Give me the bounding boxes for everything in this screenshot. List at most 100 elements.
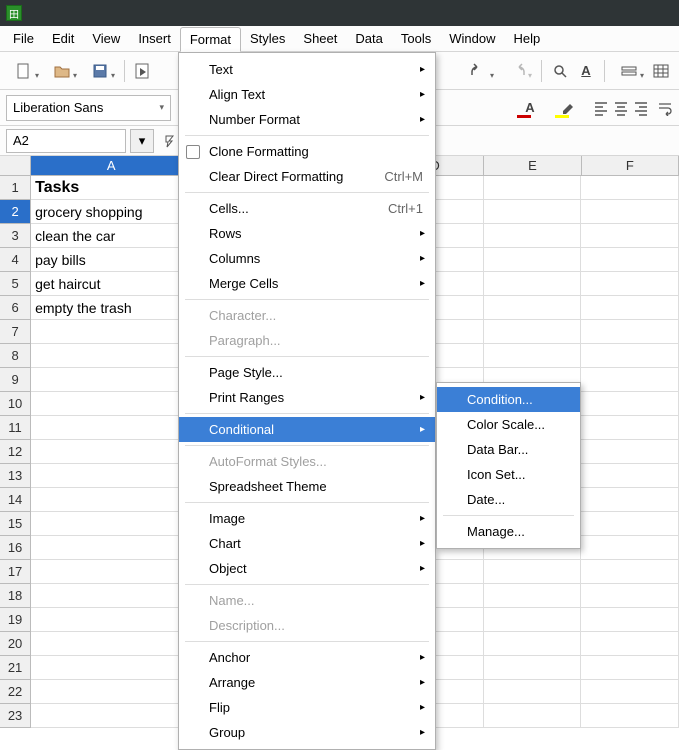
row-header-13[interactable]: 13 <box>0 464 31 488</box>
menu-file[interactable]: File <box>4 26 43 51</box>
cell-E8[interactable] <box>484 344 581 368</box>
cell-F2[interactable] <box>581 200 678 224</box>
cell-F22[interactable] <box>581 680 678 704</box>
cell-F13[interactable] <box>581 464 678 488</box>
cell-F14[interactable] <box>581 488 678 512</box>
format-menu-item-object[interactable]: Object▸ <box>179 556 435 581</box>
cell-E4[interactable] <box>484 248 581 272</box>
cell-A2[interactable]: grocery shopping <box>31 200 191 224</box>
name-box[interactable]: A2 <box>6 129 126 153</box>
cell-F12[interactable] <box>581 440 678 464</box>
row-header-4[interactable]: 4 <box>0 248 31 272</box>
row-header-16[interactable]: 16 <box>0 536 31 560</box>
format-menu-item-merge-cells[interactable]: Merge Cells▸ <box>179 271 435 296</box>
row-header-1[interactable]: 1 <box>0 176 31 200</box>
menu-format[interactable]: Format <box>180 27 241 52</box>
menu-window[interactable]: Window <box>440 26 504 51</box>
cell-A18[interactable] <box>31 584 191 608</box>
cell-A4[interactable]: pay bills <box>31 248 191 272</box>
format-menu-item-chart[interactable]: Chart▸ <box>179 531 435 556</box>
format-menu-item-cells[interactable]: Cells...Ctrl+1 <box>179 196 435 221</box>
format-menu-item-columns[interactable]: Columns▸ <box>179 246 435 271</box>
cell-E20[interactable] <box>484 632 581 656</box>
font-name-combo[interactable]: Liberation Sans <box>6 95 171 121</box>
row-header-22[interactable]: 22 <box>0 680 31 704</box>
cell-F11[interactable] <box>581 416 678 440</box>
menu-sheet[interactable]: Sheet <box>294 26 346 51</box>
cell-F10[interactable] <box>581 392 678 416</box>
cell-A23[interactable] <box>31 704 191 728</box>
conditional-menu-item-color-scale[interactable]: Color Scale... <box>437 412 580 437</box>
cell-F5[interactable] <box>581 272 678 296</box>
col-header-F[interactable]: F <box>582 156 679 176</box>
cell-E3[interactable] <box>484 224 581 248</box>
open-button[interactable] <box>44 57 80 85</box>
export-pdf-button[interactable] <box>131 57 155 85</box>
row-header-21[interactable]: 21 <box>0 656 31 680</box>
menu-edit[interactable]: Edit <box>43 26 83 51</box>
row-header-3[interactable]: 3 <box>0 224 31 248</box>
format-menu-item-flip[interactable]: Flip▸ <box>179 695 435 720</box>
cell-A16[interactable] <box>31 536 191 560</box>
cell-E2[interactable] <box>484 200 581 224</box>
menu-styles[interactable]: Styles <box>241 26 294 51</box>
cell-E19[interactable] <box>484 608 581 632</box>
new-button[interactable] <box>6 57 42 85</box>
cell-A17[interactable] <box>31 560 191 584</box>
format-menu-item-image[interactable]: Image▸ <box>179 506 435 531</box>
cell-A12[interactable] <box>31 440 191 464</box>
cell-A3[interactable]: clean the car <box>31 224 191 248</box>
col-header-E[interactable]: E <box>484 156 581 176</box>
row-button[interactable] <box>611 57 647 85</box>
cell-F15[interactable] <box>581 512 678 536</box>
cell-E6[interactable] <box>484 296 581 320</box>
align-right-button[interactable] <box>633 100 649 116</box>
cell-A7[interactable] <box>31 320 191 344</box>
row-header-9[interactable]: 9 <box>0 368 31 392</box>
format-menu-item-spreadsheet-theme[interactable]: Spreadsheet Theme <box>179 474 435 499</box>
format-menu-item-clone-formatting[interactable]: Clone Formatting <box>179 139 435 164</box>
cell-A22[interactable] <box>31 680 191 704</box>
row-header-14[interactable]: 14 <box>0 488 31 512</box>
row-header-10[interactable]: 10 <box>0 392 31 416</box>
row-header-11[interactable]: 11 <box>0 416 31 440</box>
row-header-2[interactable]: 2 <box>0 200 31 224</box>
row-header-8[interactable]: 8 <box>0 344 31 368</box>
row-header-19[interactable]: 19 <box>0 608 31 632</box>
cell-F4[interactable] <box>581 248 678 272</box>
row-header-5[interactable]: 5 <box>0 272 31 296</box>
spellcheck-button[interactable]: A <box>574 57 598 85</box>
cell-E18[interactable] <box>484 584 581 608</box>
wrap-text-button[interactable] <box>657 100 673 116</box>
cell-F20[interactable] <box>581 632 678 656</box>
highlight-color-button[interactable] <box>551 95 585 121</box>
row-header-15[interactable]: 15 <box>0 512 31 536</box>
conditional-menu-item-icon-set[interactable]: Icon Set... <box>437 462 580 487</box>
cell-E23[interactable] <box>484 704 581 728</box>
cell-F17[interactable] <box>581 560 678 584</box>
align-left-button[interactable] <box>593 100 609 116</box>
col-header-A[interactable]: A <box>31 156 192 176</box>
cell-A10[interactable] <box>31 392 191 416</box>
row-header-12[interactable]: 12 <box>0 440 31 464</box>
cell-A9[interactable] <box>31 368 191 392</box>
row-header-18[interactable]: 18 <box>0 584 31 608</box>
cell-F7[interactable] <box>581 320 678 344</box>
cell-F23[interactable] <box>581 704 678 728</box>
cell-A21[interactable] <box>31 656 191 680</box>
cell-A1[interactable]: Tasks <box>31 176 191 200</box>
format-menu-item-align-text[interactable]: Align Text▸ <box>179 82 435 107</box>
grid-button[interactable] <box>649 57 673 85</box>
cell-F16[interactable] <box>581 536 678 560</box>
cell-A5[interactable]: get haircut <box>31 272 191 296</box>
row-header-17[interactable]: 17 <box>0 560 31 584</box>
cell-A11[interactable] <box>31 416 191 440</box>
format-menu-item-conditional[interactable]: Conditional▸ <box>179 417 435 442</box>
cell-E1[interactable] <box>484 176 581 200</box>
menu-tools[interactable]: Tools <box>392 26 440 51</box>
format-menu-item-clear-direct-formatting[interactable]: Clear Direct FormattingCtrl+M <box>179 164 435 189</box>
cell-A15[interactable] <box>31 512 191 536</box>
format-menu-item-text[interactable]: Text▸ <box>179 57 435 82</box>
font-color-button[interactable]: A <box>513 95 547 121</box>
cell-E5[interactable] <box>484 272 581 296</box>
